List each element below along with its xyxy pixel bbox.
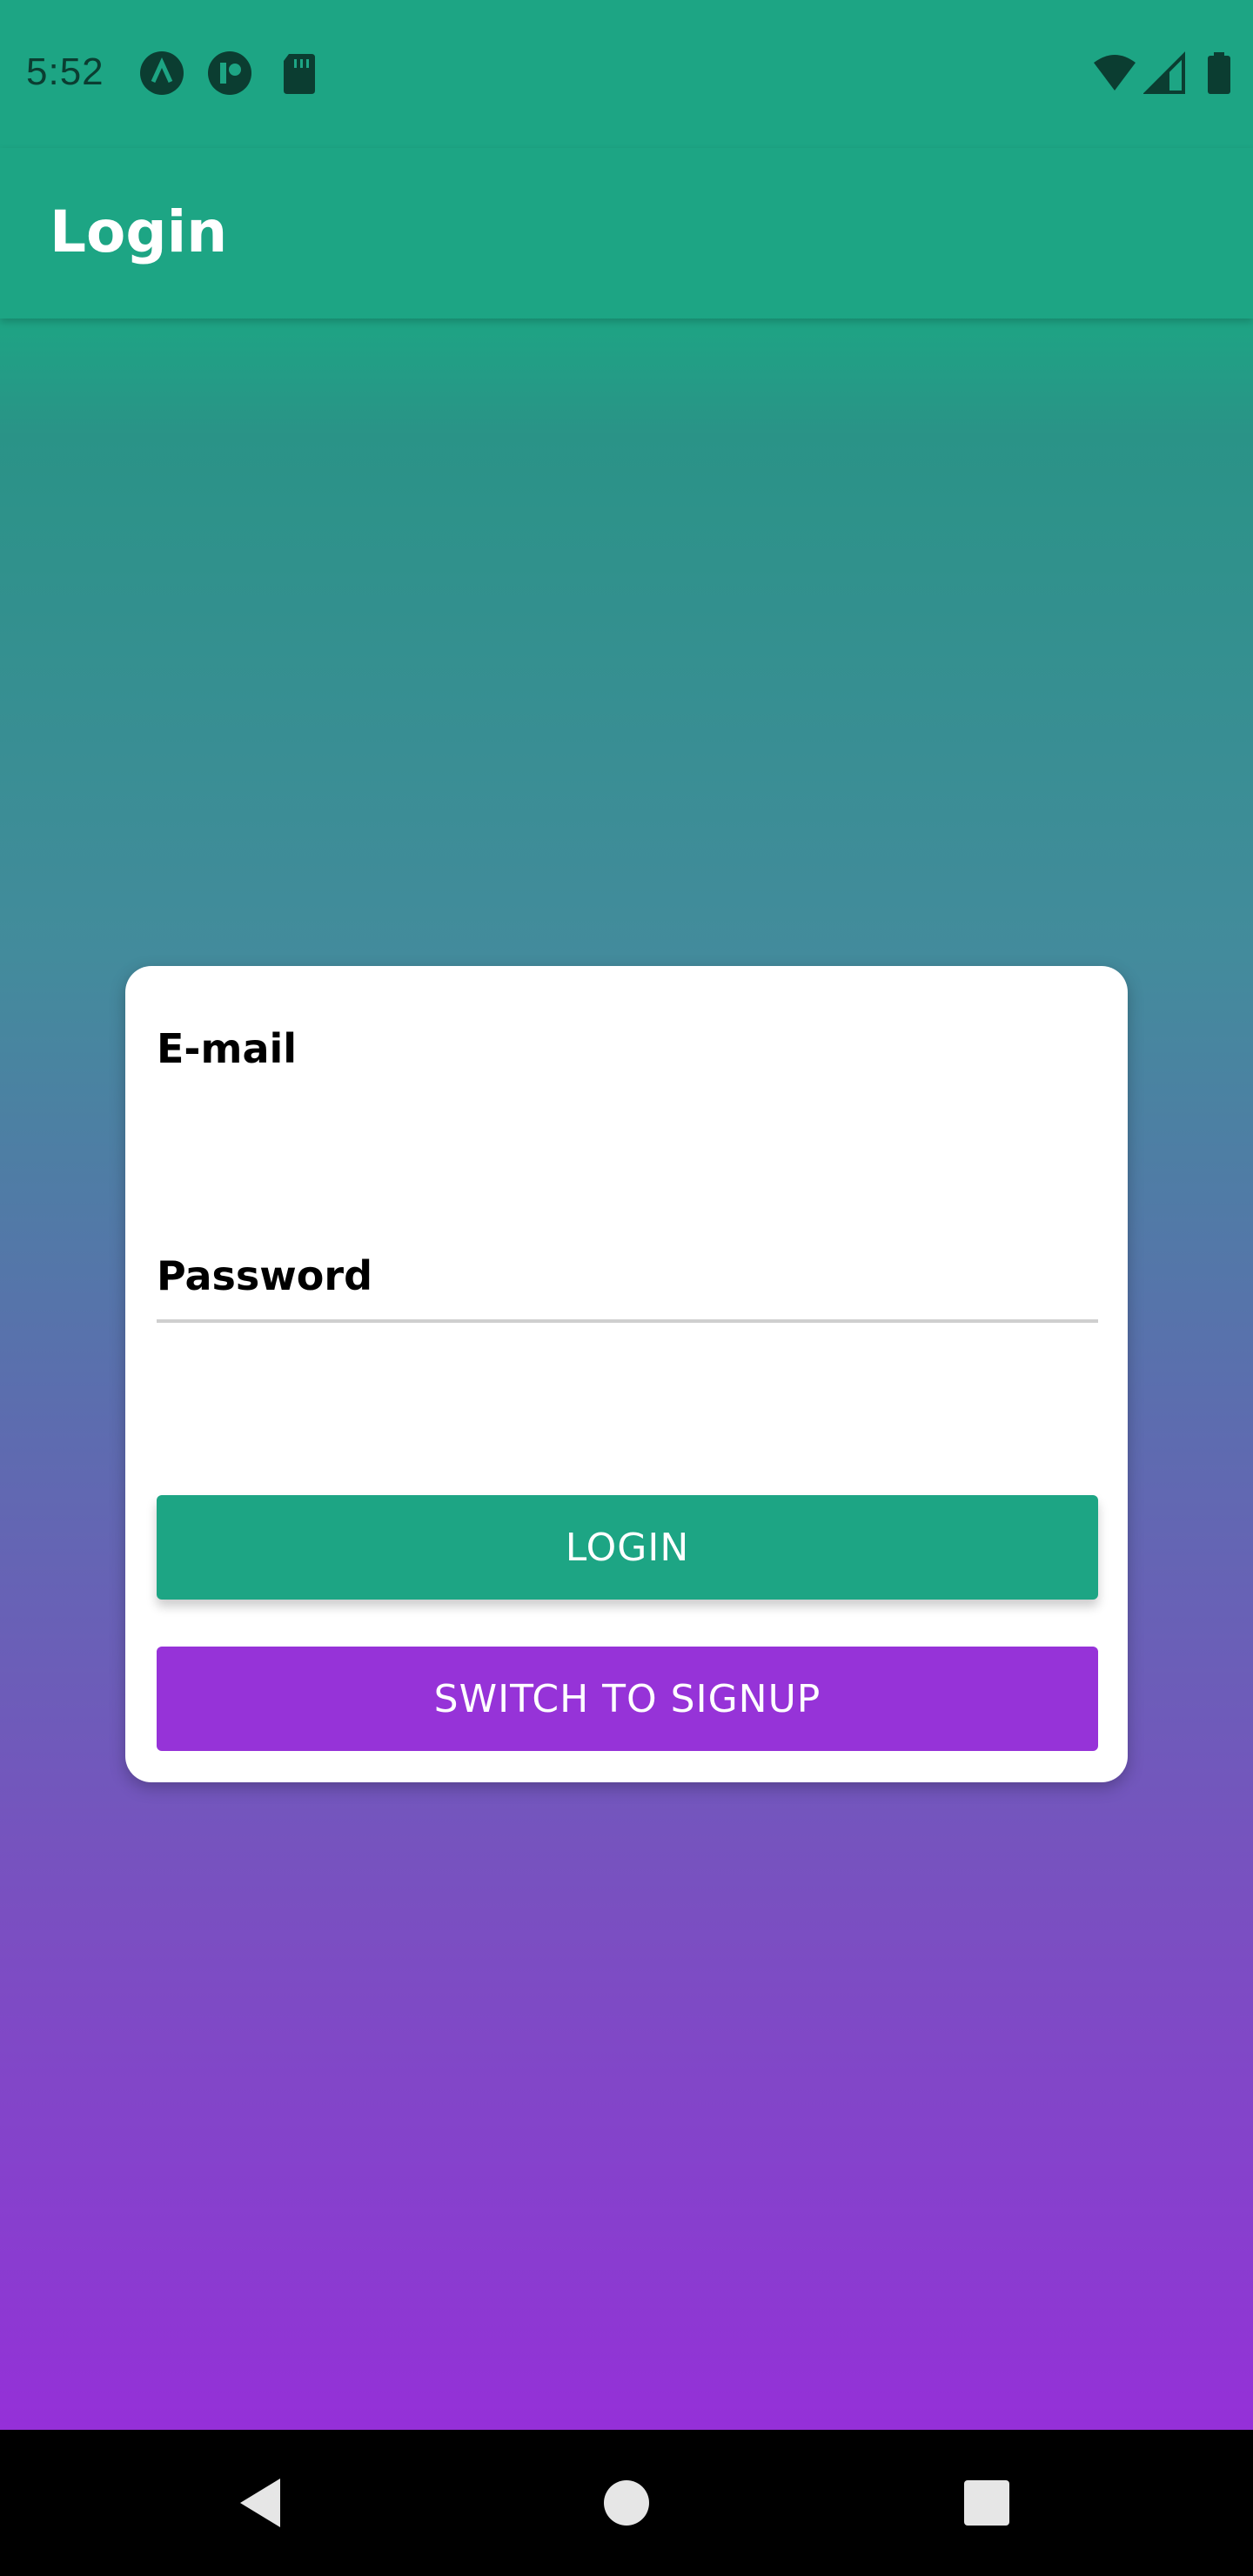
sd-card-icon xyxy=(284,54,315,94)
email-label: E-mail xyxy=(157,1025,298,1072)
recents-icon[interactable] xyxy=(954,2470,1020,2536)
cell-signal-icon xyxy=(1143,51,1185,94)
navigation-bar xyxy=(0,2430,1253,2576)
a-circle-icon xyxy=(140,51,184,95)
login-button[interactable]: LOGIN xyxy=(157,1495,1098,1600)
status-bar: 5:52 xyxy=(0,0,1253,148)
page-title: Login xyxy=(50,198,228,265)
status-time: 5:52 xyxy=(26,50,104,93)
wifi-icon xyxy=(1094,55,1136,91)
switch-to-signup-button[interactable]: SWITCH TO SIGNUP xyxy=(157,1647,1098,1751)
password-label: Password xyxy=(157,1252,372,1299)
p-circle-icon xyxy=(208,51,251,95)
app-bar: Login xyxy=(0,148,1253,319)
battery-icon xyxy=(1208,52,1230,94)
home-icon[interactable] xyxy=(593,2470,660,2536)
back-icon[interactable] xyxy=(228,2470,294,2536)
login-card: E-mail Password LOGIN SWITCH TO SIGNUP xyxy=(125,966,1128,1782)
